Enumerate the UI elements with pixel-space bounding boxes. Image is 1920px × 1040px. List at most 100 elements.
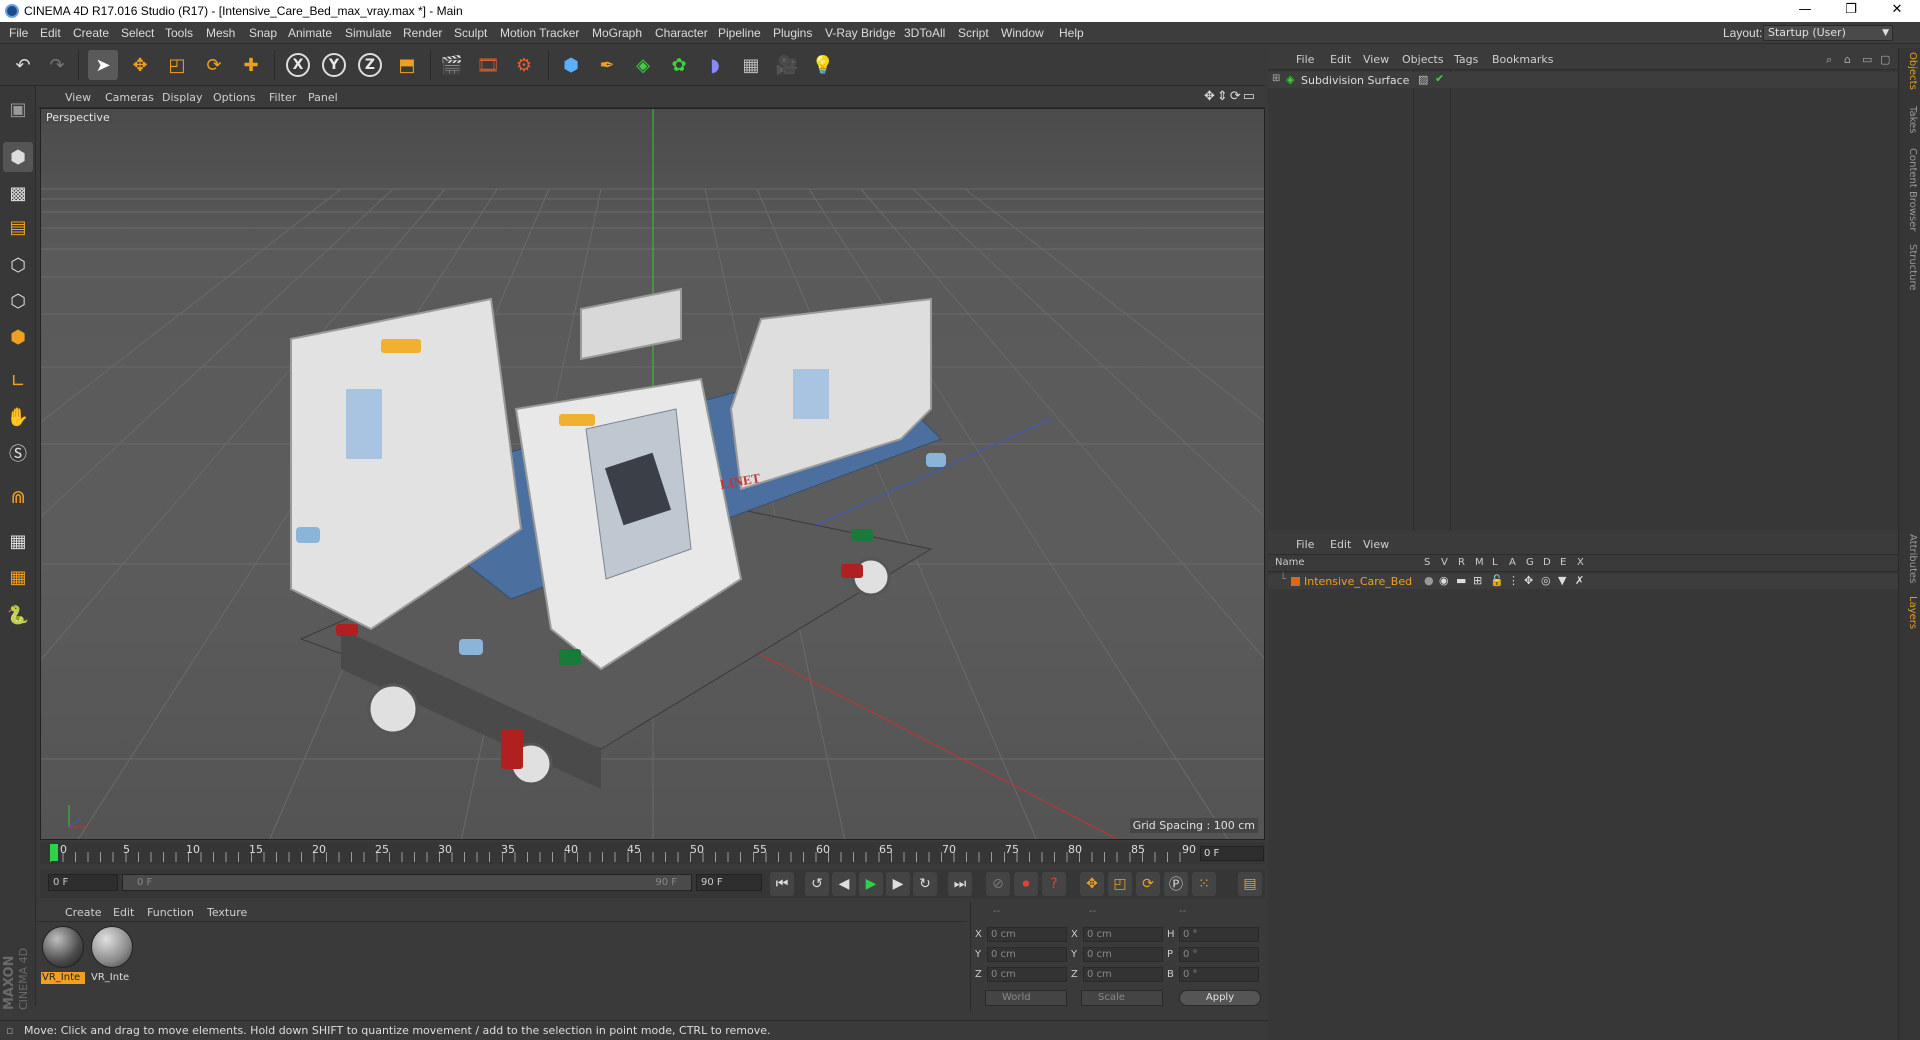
prev-key-icon[interactable]: ↺ — [805, 872, 829, 896]
layer-manager-list[interactable]: └ Intensive_Care_Bed ● ◉ ▬ ⊞ 🔓 ⋮ ✥ ◎ ▼ ✗ — [1268, 572, 1898, 1040]
redo-icon[interactable]: ↷ — [42, 50, 72, 80]
menu-mograph[interactable]: MoGraph — [592, 26, 642, 40]
size-z-field[interactable]: 0 cm — [1083, 967, 1163, 982]
position-z-field[interactable]: 0 cm — [987, 967, 1067, 982]
layers-menu-file[interactable]: File — [1296, 538, 1314, 551]
lock-icon[interactable]: 🔓 — [1490, 574, 1504, 587]
viewport-camera-label[interactable]: Perspective — [44, 111, 112, 124]
viewport-menu-filter[interactable]: Filter — [269, 91, 296, 104]
points-mode-icon[interactable]: ⬡ — [3, 250, 33, 280]
lock-workplane-icon[interactable]: ▦ — [3, 526, 33, 556]
generator-icon[interactable]: ✥ — [1524, 574, 1533, 587]
objects-menu-view[interactable]: View — [1363, 53, 1389, 66]
make-editable-icon[interactable]: ▣ — [3, 94, 33, 124]
record-active-icon[interactable]: ⏺ — [1014, 872, 1038, 896]
expand-icon[interactable]: ⊞ — [1272, 73, 1280, 84]
menu-animate[interactable]: Animate — [288, 26, 332, 40]
solo-icon[interactable]: ● — [1424, 574, 1434, 587]
menu-character[interactable]: Character — [655, 26, 708, 40]
minimize-button[interactable]: — — [1782, 0, 1828, 22]
layer-row[interactable]: └ Intensive_Care_Bed ● ◉ ▬ ⊞ 🔓 ⋮ ✥ ◎ ▼ ✗ — [1268, 574, 1898, 589]
cube-icon[interactable]: ⬢ — [556, 50, 586, 80]
pen-icon[interactable]: ✒ — [592, 50, 622, 80]
viewport-navigation-icons[interactable]: ✥⇕⟳▭ — [1204, 89, 1257, 104]
material-menu-function[interactable]: Function — [147, 906, 194, 919]
visibility-toggle-icon[interactable]: ▨ — [1418, 73, 1428, 86]
menu-simulate[interactable]: Simulate — [345, 26, 392, 40]
subdivision-icon[interactable]: ◈ — [628, 50, 658, 80]
deformer-icon[interactable]: ◗ — [700, 50, 730, 80]
menu-render[interactable]: Render — [403, 26, 442, 40]
layers-menu-view[interactable]: View — [1363, 538, 1389, 551]
snap-icon[interactable]: Ⓢ — [3, 438, 33, 468]
rotation-h-field[interactable]: 0 ° — [1179, 927, 1259, 942]
next-key-icon[interactable]: ↻ — [913, 872, 937, 896]
layers-menu-edit[interactable]: Edit — [1330, 538, 1351, 551]
y-axis-icon[interactable]: Y — [319, 50, 349, 80]
column-solo[interactable]: S — [1424, 557, 1430, 568]
tab-structure[interactable]: Structure — [1902, 244, 1918, 291]
add-icon[interactable]: ✚ — [236, 50, 266, 80]
coordinate-space-select[interactable]: World — [985, 990, 1067, 1006]
record-keys-icon[interactable]: ⊘ — [986, 872, 1010, 896]
objects-menu-edit[interactable]: Edit — [1330, 53, 1351, 66]
size-x-field[interactable]: 0 cm — [1083, 927, 1163, 942]
current-frame-field[interactable]: 0 F — [1200, 846, 1264, 861]
menu-snap[interactable]: Snap — [249, 26, 277, 40]
object-manager-list[interactable]: ⊞ ◈ Subdivision Surface ▨ ✔ — [1268, 70, 1898, 530]
layout-select[interactable]: Startup (User) ▼ — [1763, 25, 1893, 41]
column-visible[interactable]: V — [1441, 557, 1448, 568]
maximize-button[interactable]: ❐ — [1828, 0, 1874, 22]
viewport-menu-view[interactable]: View — [65, 91, 91, 104]
menu-3dtoall[interactable]: 3DToAll — [904, 26, 945, 40]
texture-mode-icon[interactable]: ▩ — [3, 178, 33, 208]
model-mode-icon[interactable]: ⬢ — [3, 142, 33, 172]
manager-icon[interactable]: ⊞ — [1473, 574, 1482, 587]
deformer-icon[interactable]: ◎ — [1541, 574, 1551, 587]
close-button[interactable]: ✕ — [1874, 0, 1920, 22]
viewport-menu-display[interactable]: Display — [162, 91, 203, 104]
tab-attributes[interactable]: Attributes — [1902, 534, 1918, 583]
play-icon[interactable]: ▶ — [859, 872, 883, 896]
apply-button[interactable]: Apply — [1179, 990, 1261, 1006]
size-mode-select[interactable]: Scale — [1081, 990, 1163, 1006]
viewport-menu-panel[interactable]: Panel — [308, 91, 338, 104]
timeline-window-icon[interactable]: ▤ — [1238, 872, 1262, 896]
column-animation[interactable]: A — [1509, 557, 1516, 568]
tab-layers[interactable]: Layers — [1902, 596, 1918, 629]
z-axis-icon[interactable]: Z — [355, 50, 385, 80]
column-manager[interactable]: M — [1475, 557, 1484, 568]
rotation-b-field[interactable]: 0 ° — [1179, 967, 1259, 982]
x-axis-icon[interactable]: X — [283, 50, 313, 80]
rotation-p-field[interactable]: 0 ° — [1179, 947, 1259, 962]
timeline-playhead[interactable] — [50, 844, 58, 861]
prev-frame-icon[interactable]: ◀ — [832, 872, 856, 896]
edges-mode-icon[interactable]: ⬡ — [3, 286, 33, 316]
menu-motion-tracker[interactable]: Motion Tracker — [500, 26, 579, 40]
end-frame-field[interactable]: 90 F — [696, 874, 762, 891]
size-y-field[interactable]: 0 cm — [1083, 947, 1163, 962]
frame-range-slider[interactable]: 0 F 90 F — [122, 874, 692, 891]
menu-pipeline[interactable]: Pipeline — [718, 26, 761, 40]
material-menu-texture[interactable]: Texture — [207, 906, 247, 919]
goto-end-icon[interactable]: ⏭ — [948, 872, 972, 896]
objects-menu-tags[interactable]: Tags — [1454, 53, 1478, 66]
panel-options-icon[interactable]: ▭ — [1862, 53, 1872, 66]
layer-name[interactable]: Intensive_Care_Bed — [1304, 575, 1412, 588]
key-rotation-icon[interactable]: ⟳ — [1136, 872, 1160, 896]
render-icon[interactable]: ▬ — [1456, 574, 1466, 587]
tweak-mode-icon[interactable]: ✋ — [3, 402, 33, 432]
material-preview[interactable] — [42, 926, 84, 968]
workplane-icon[interactable]: ▤ — [3, 212, 33, 242]
objects-menu-objects[interactable]: Objects — [1402, 53, 1444, 66]
column-expressions[interactable]: E — [1560, 557, 1566, 568]
start-frame-field[interactable]: 0 F — [48, 874, 118, 891]
menu-mesh[interactable]: Mesh — [206, 26, 235, 40]
rotate-icon[interactable]: ⟳ — [199, 50, 229, 80]
key-parameter-icon[interactable]: Ⓟ — [1164, 872, 1188, 896]
material-preview[interactable] — [91, 926, 133, 968]
timeline-ruler[interactable]: 0 5 10 15 20 25 30 35 40 45 50 55 60 65 … — [50, 842, 1196, 864]
menu-help[interactable]: Help — [1059, 26, 1084, 40]
menu-select[interactable]: Select — [121, 26, 154, 40]
menu-file[interactable]: File — [9, 26, 28, 40]
